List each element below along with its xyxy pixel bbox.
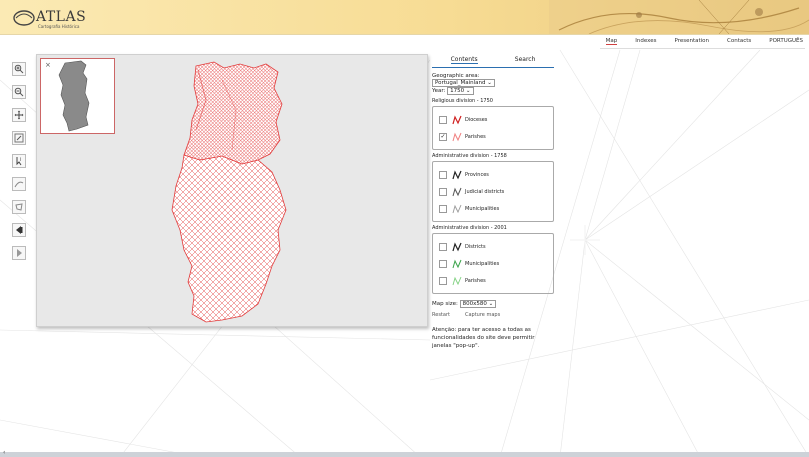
- tab-search[interactable]: Search: [515, 56, 536, 64]
- chevron-down-icon: ⌄: [487, 80, 492, 86]
- atlas-logo-icon: [13, 10, 35, 26]
- capture-maps-button[interactable]: Capture maps: [465, 312, 500, 318]
- layer-label: Provinces: [465, 171, 489, 178]
- geo-area-value: Portugal_Mainland: [435, 80, 486, 86]
- line-layer-icon: [452, 114, 462, 124]
- geo-area-select[interactable]: Portugal_Mainland ⌄: [432, 79, 495, 87]
- line-layer-icon: [452, 204, 462, 213]
- nav-divider: [600, 48, 805, 49]
- layer-checkbox[interactable]: [439, 259, 447, 268]
- line-layer-icon: [452, 276, 462, 285]
- line-layer-icon: [452, 169, 462, 179]
- layer-checkbox[interactable]: [439, 115, 447, 124]
- nav-map[interactable]: Map: [605, 38, 618, 45]
- restart-button[interactable]: Restart: [432, 312, 450, 318]
- popup-notice: Atenção: para ter acesso a todas as func…: [432, 327, 535, 349]
- line-layer-icon: [452, 241, 462, 251]
- measure-line-icon[interactable]: [12, 177, 26, 191]
- line-layer-icon: [452, 259, 462, 268]
- layer-label: Municipalities: [465, 260, 500, 267]
- layer-group-admin-1758: Provinces Judicial districts Municipalit…: [432, 161, 554, 222]
- layer-label: Districts: [465, 243, 486, 250]
- sidebar-tabs: Contents Search: [432, 56, 554, 68]
- section-title-religious: Religious division - 1750: [432, 98, 493, 104]
- pan-icon[interactable]: [12, 108, 26, 122]
- nav-language[interactable]: PORTUGUÊS: [769, 38, 803, 45]
- layer-checkbox[interactable]: [439, 204, 447, 213]
- map-size-label: Map size:: [432, 301, 458, 307]
- header-map-artwork: [549, 0, 809, 34]
- svg-text:i: i: [20, 157, 21, 163]
- layer-group-admin-2001: Districts Municipalities Parishes: [432, 233, 554, 294]
- layer-label: Dioceses: [465, 116, 488, 123]
- zoom-in-icon[interactable]: [12, 62, 26, 76]
- map-size-select[interactable]: 800x580 ⌄: [459, 300, 497, 308]
- chevron-down-icon: ⌄: [488, 301, 494, 307]
- close-icon[interactable]: ×: [45, 61, 51, 69]
- layer-group-religious: Dioceses ✓ Parishes: [432, 106, 554, 150]
- section-title-admin-2001: Administrative division - 2001: [432, 225, 507, 231]
- measure-area-icon[interactable]: [12, 200, 26, 214]
- layer-item: ✓ Parishes: [439, 128, 547, 145]
- line-layer-icon: [452, 132, 462, 141]
- layer-label: Judicial districts: [465, 188, 505, 195]
- map-size-value: 800x580: [462, 301, 487, 307]
- overview-portugal-shape: [58, 60, 90, 132]
- main-nav: Map Indexes Presentation Contacts PORTUG…: [605, 38, 803, 45]
- layer-checkbox-checked[interactable]: ✓: [439, 132, 447, 141]
- portugal-parishes-map[interactable]: [162, 60, 302, 325]
- forward-icon[interactable]: [12, 246, 26, 260]
- year-label: Year:: [432, 88, 446, 94]
- layer-item: Municipalities: [439, 255, 547, 272]
- layer-item: Provinces: [439, 166, 547, 183]
- layer-label: Parishes: [465, 133, 486, 140]
- nav-contacts[interactable]: Contacts: [727, 38, 751, 45]
- chevron-down-icon: ⌄: [465, 88, 471, 94]
- zoom-box-icon[interactable]: [12, 131, 26, 145]
- map-viewer[interactable]: ×: [36, 54, 428, 327]
- nav-indexes[interactable]: Indexes: [635, 38, 656, 45]
- layer-item: Districts: [439, 238, 547, 255]
- layer-checkbox[interactable]: [439, 170, 447, 179]
- tab-contents[interactable]: Contents: [450, 56, 478, 64]
- logo-subtitle: Cartografia Histórica: [38, 24, 80, 29]
- layer-checkbox[interactable]: [439, 187, 447, 196]
- layer-label: Parishes: [465, 277, 486, 284]
- layer-item: Parishes: [439, 272, 547, 289]
- sidebar: Contents Search Geographic area: Portuga…: [432, 56, 554, 350]
- year-value: 1750: [450, 88, 465, 94]
- layer-checkbox[interactable]: [439, 276, 447, 285]
- scroll-left-icon[interactable]: ‹: [3, 449, 5, 456]
- section-title-admin-1758: Administrative division - 1758: [432, 153, 507, 159]
- layer-item: Dioceses: [439, 111, 547, 128]
- identify-icon[interactable]: i: [12, 154, 26, 168]
- horizontal-scrollbar[interactable]: [0, 452, 809, 457]
- layer-checkbox[interactable]: [439, 242, 447, 251]
- nav-presentation[interactable]: Presentation: [674, 38, 709, 45]
- line-layer-icon: [452, 187, 462, 196]
- zoom-out-icon[interactable]: [12, 85, 26, 99]
- back-icon[interactable]: [12, 223, 26, 237]
- layer-item: Municipalities: [439, 200, 547, 217]
- layer-label: Municipalities: [465, 205, 500, 212]
- logo-text: ATLAS: [36, 9, 87, 25]
- layer-item: Judicial districts: [439, 183, 547, 200]
- header-bar: ATLAS Cartografia Histórica: [0, 0, 809, 35]
- map-toolbar: i: [12, 62, 26, 269]
- overview-map[interactable]: ×: [40, 58, 115, 134]
- year-select[interactable]: 1750 ⌄: [447, 87, 474, 95]
